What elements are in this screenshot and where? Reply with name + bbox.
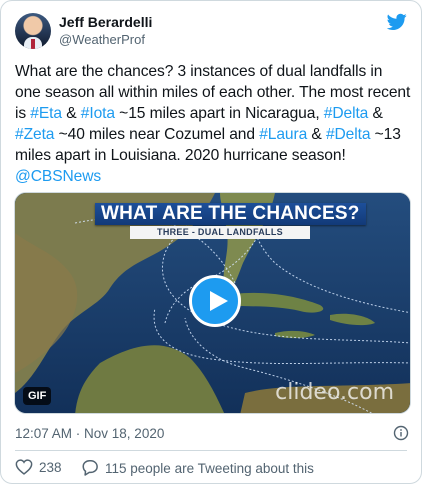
tweet-timestamp[interactable]: 12:07 AM · Nov 18, 2020: [15, 425, 164, 442]
tweet-text-segment: ~15 miles apart in Nicaragua,: [114, 105, 324, 122]
like-button[interactable]: 238: [15, 459, 62, 477]
tweet-text-segment: &: [368, 105, 383, 122]
like-count: 238: [39, 460, 62, 475]
tweet-text-segment: &: [307, 126, 326, 143]
media-gif[interactable]: WHAT ARE THE CHANCES? THREE - DUAL LANDF…: [14, 192, 411, 414]
play-button[interactable]: [189, 275, 241, 327]
info-icon[interactable]: [393, 425, 409, 441]
author-display-name[interactable]: Jeff Berardelli: [59, 14, 152, 31]
hashtag-link[interactable]: #Laura: [259, 126, 307, 143]
twitter-bird-icon[interactable]: [387, 13, 407, 31]
heart-icon: [15, 459, 33, 475]
hashtag-link[interactable]: #Zeta: [15, 126, 54, 143]
tweet-text-segment: &: [61, 105, 81, 122]
tweet-card: Jeff Berardelli @WeatherProf What are th…: [0, 0, 422, 484]
author-handle[interactable]: @WeatherProf: [59, 31, 152, 48]
author-info[interactable]: Jeff Berardelli @WeatherProf: [59, 14, 152, 48]
watermark: clideo.com: [275, 380, 394, 405]
hashtag-link[interactable]: #Delta: [326, 126, 371, 143]
gif-badge: GIF: [23, 387, 52, 405]
mention-link[interactable]: @CBSNews: [15, 168, 101, 185]
tweet-header: Jeff Berardelli @WeatherProf: [15, 13, 407, 53]
play-icon: [210, 291, 228, 311]
banner-subtitle: THREE - DUAL LANDFALLS: [130, 226, 310, 239]
conversation-count: 115 people are Tweeting about this: [105, 461, 314, 476]
divider: [15, 450, 407, 451]
conversation-button[interactable]: 115 people are Tweeting about this: [81, 459, 314, 478]
tweet-text-segment: ~40 miles near Cozumel and: [54, 126, 260, 143]
avatar[interactable]: [15, 13, 51, 49]
comment-icon: [82, 460, 98, 476]
hashtag-link[interactable]: #Eta: [30, 105, 62, 122]
banner-title: WHAT ARE THE CHANCES?: [95, 203, 366, 225]
hashtag-link[interactable]: #Delta: [324, 105, 369, 122]
hashtag-link[interactable]: #Iota: [81, 105, 115, 122]
tweet-text: What are the chances? 3 instances of dua…: [15, 61, 411, 187]
